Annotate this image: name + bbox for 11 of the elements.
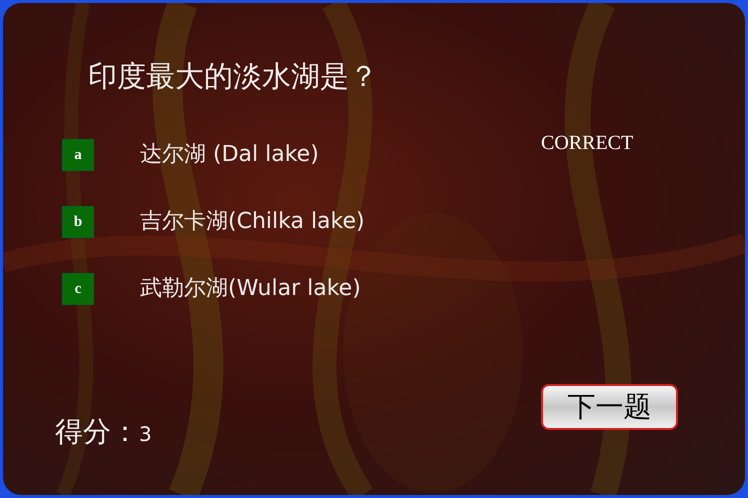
score-label: 得分： — [55, 414, 139, 450]
option-letter-button[interactable]: b — [62, 206, 94, 238]
question-text: 印度最大的淡水湖是？ — [88, 58, 379, 94]
answer-option[interactable]: 武勒尔湖(Wular lake) — [140, 272, 361, 306]
option-letter-button[interactable]: c — [62, 272, 94, 305]
option-letter-button[interactable]: a — [62, 138, 94, 171]
answer-option[interactable]: 达尔湖 (Dal lake) — [140, 138, 319, 172]
next-question-button[interactable]: 下一题 — [541, 384, 678, 430]
answer-feedback: CORRECT — [541, 133, 634, 153]
score-value: 3 — [139, 421, 152, 448]
answer-option[interactable]: 吉尔卡湖(Chilka lake) — [140, 205, 365, 238]
